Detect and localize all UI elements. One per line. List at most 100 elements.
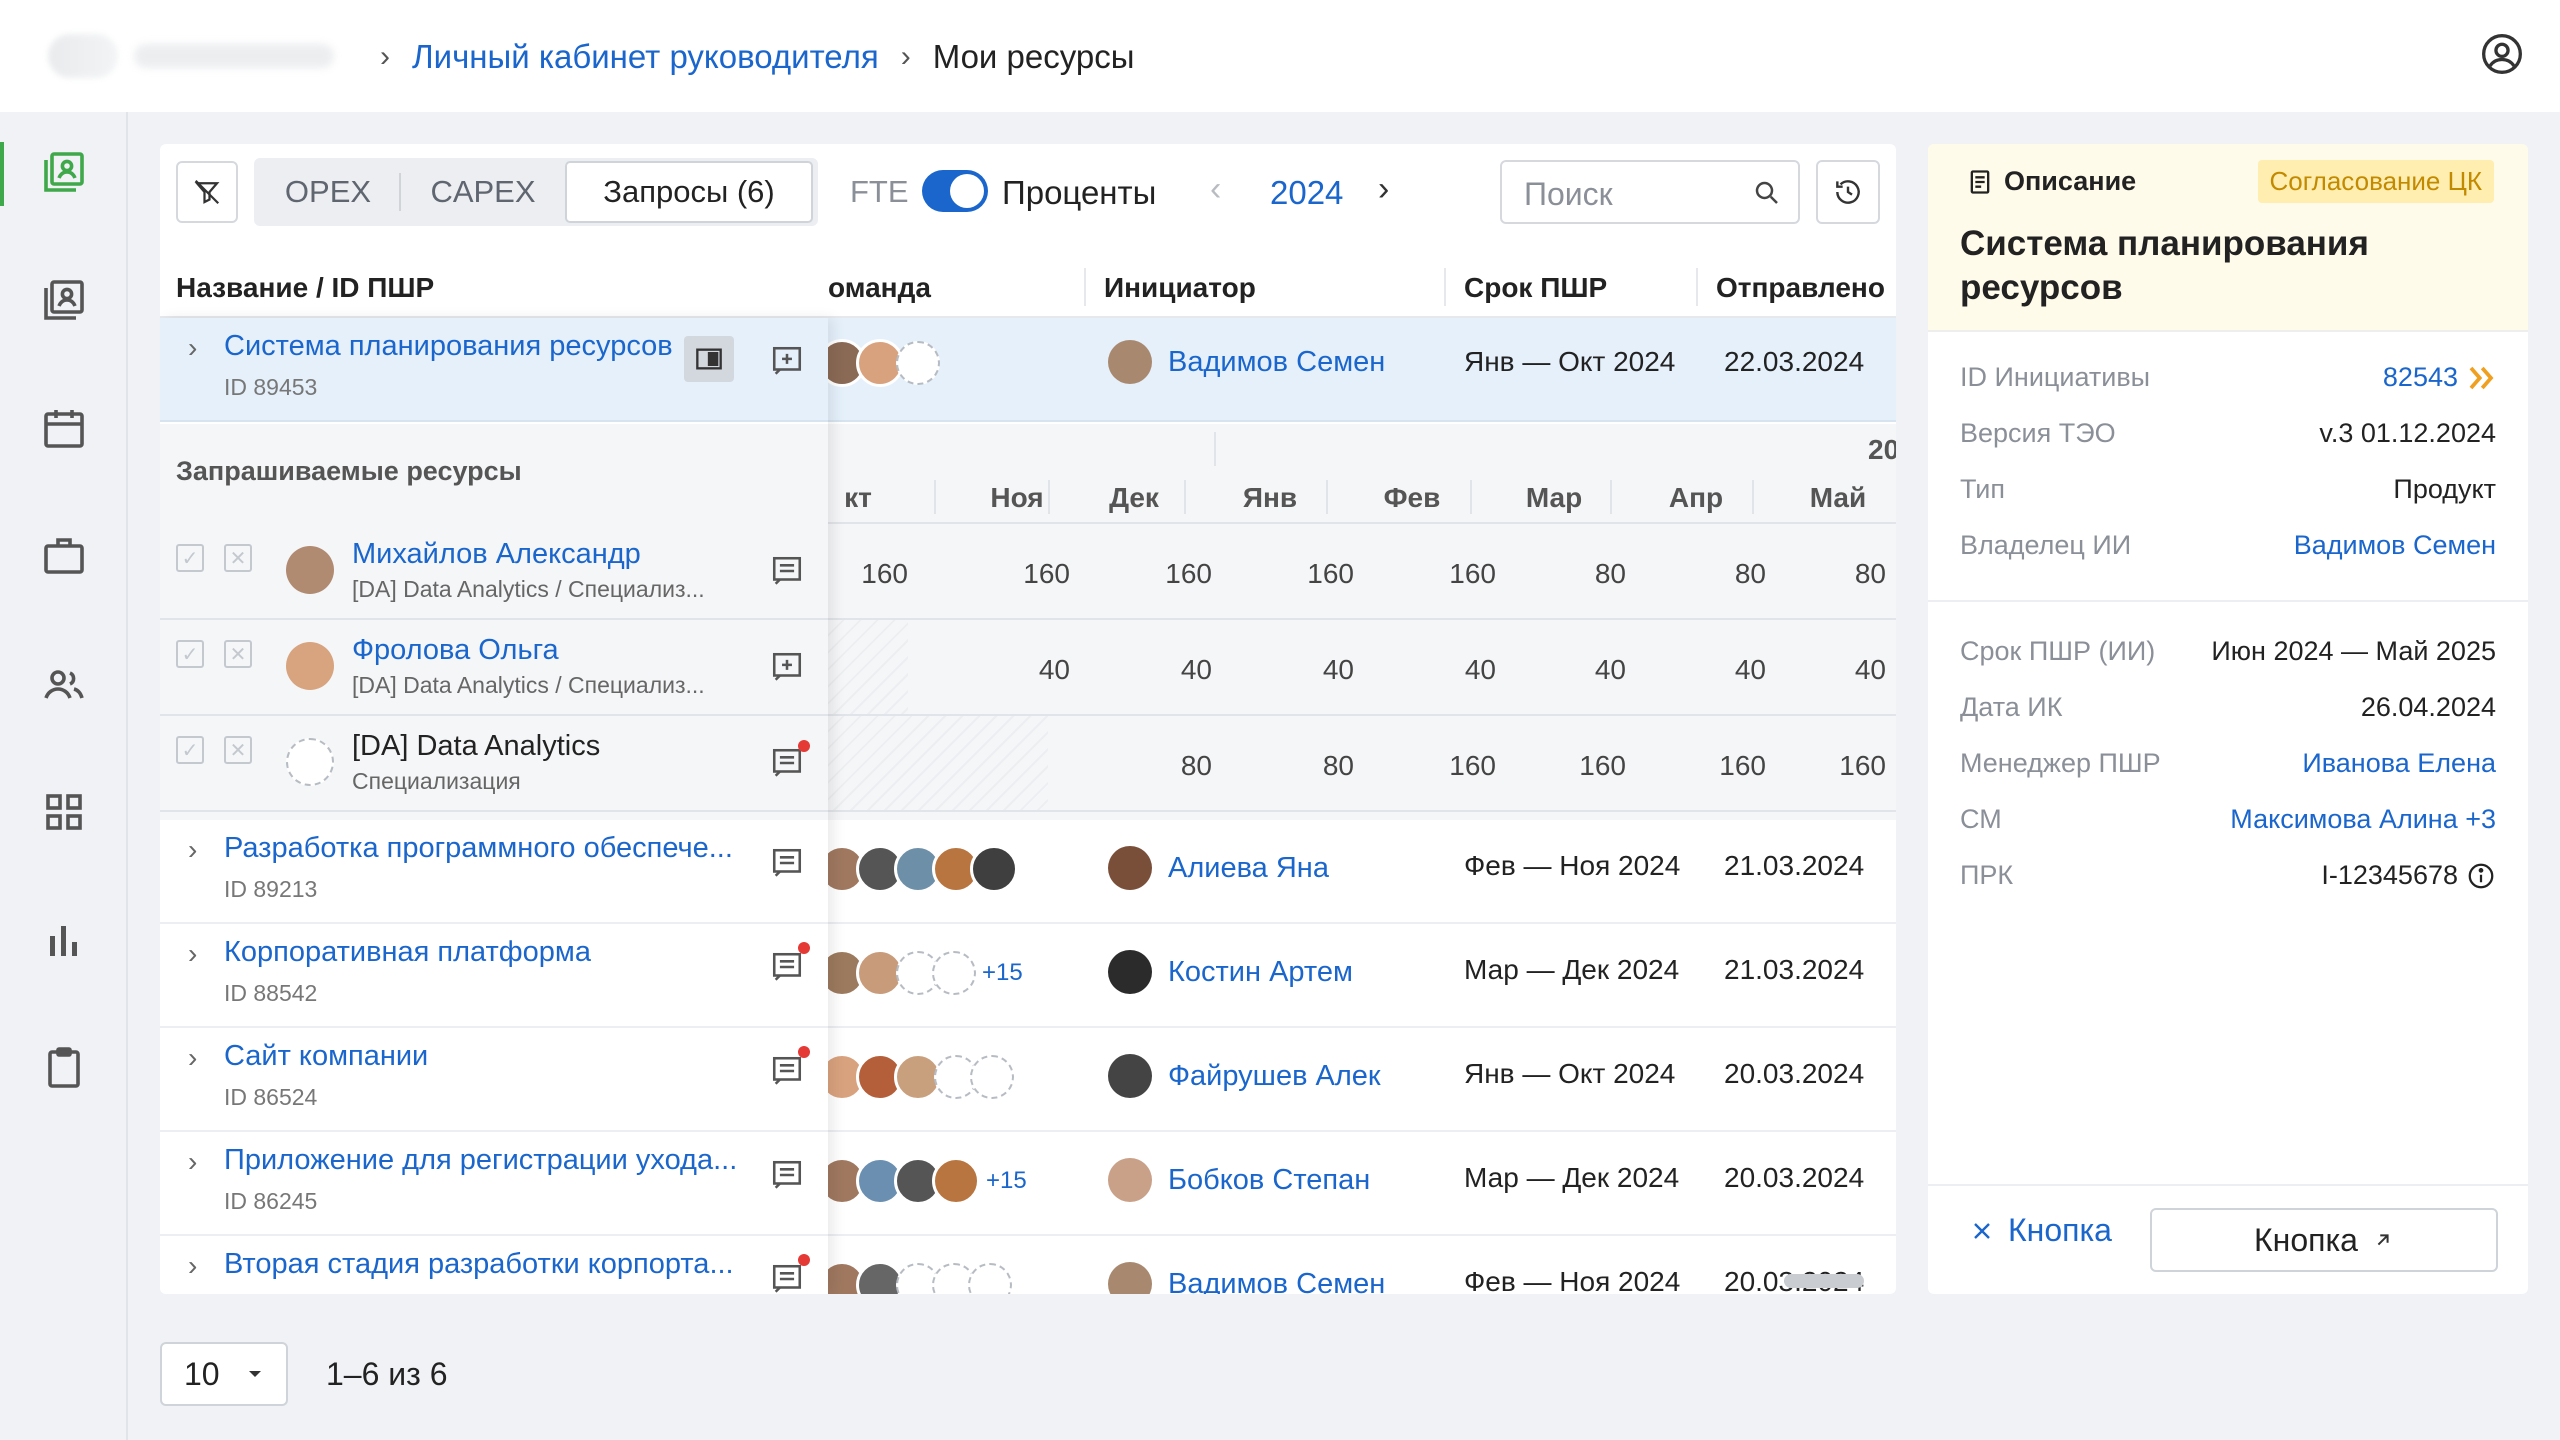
initiator-name[interactable]: Костин Артем [1168, 956, 1353, 989]
resource-row[interactable]: ✓ ✕ Фролова Ольга [DA] Data Analytics / … [160, 620, 828, 716]
add-comment-icon[interactable] [770, 650, 804, 684]
resource-row[interactable]: ✓ ✕ [DA] Data Analytics Специализация [160, 716, 828, 812]
manager-link[interactable]: Иванова Елена [2302, 748, 2496, 779]
user-profile-icon[interactable] [2480, 32, 2524, 76]
tab-requests[interactable]: Запросы (6) [565, 161, 813, 223]
reject-checkbox[interactable]: ✕ [224, 544, 252, 572]
clear-filter-button[interactable] [176, 161, 238, 223]
breadcrumb-manager-cabinet[interactable]: Личный кабинет руководителя [412, 38, 879, 76]
field-value[interactable]: 82543 [2383, 362, 2496, 393]
briefcase-icon[interactable] [40, 532, 88, 580]
project-title[interactable]: Приложение для регистрации ухода... [224, 1144, 744, 1177]
chevron-left-icon[interactable]: ‹ [1210, 170, 1221, 209]
table-row-name[interactable]: › Приложение для регистрации ухода... ID… [160, 1132, 828, 1236]
more-count[interactable]: +15 [986, 1167, 1027, 1195]
horizontal-scrollbar[interactable] [1784, 1274, 1864, 1288]
tab-capex[interactable]: CAPEX [401, 161, 565, 223]
field-cm: СМ Максимова Алина +3 [1960, 804, 2496, 860]
reject-checkbox[interactable]: ✕ [224, 640, 252, 668]
field-label: Менеджер ПШР [1960, 748, 2161, 778]
resources-nav-icon[interactable] [40, 148, 88, 196]
project-title[interactable]: Сайт компании [224, 1040, 744, 1073]
owner-link[interactable]: Вадимов Семен [2294, 530, 2496, 561]
outline-button[interactable]: Кнопка [2150, 1208, 2498, 1272]
initiator-name[interactable]: Вадимов Семен [1168, 1268, 1385, 1295]
initiator[interactable]: Костин Артем [1108, 950, 1353, 994]
approve-checkbox[interactable]: ✓ [176, 640, 204, 668]
cm-link[interactable]: Максимова Алина +3 [2230, 804, 2496, 835]
field-term: Срок ПШР (ИИ) Июн 2024 — Май 2025 [1960, 636, 2496, 692]
per-page-value: 10 [184, 1355, 220, 1392]
chevron-right-icon[interactable]: › [1378, 170, 1389, 209]
comment-icon[interactable] [770, 1158, 804, 1192]
reject-checkbox[interactable]: ✕ [224, 736, 252, 764]
initiator-name[interactable]: Алиева Яна [1168, 852, 1329, 885]
resource-row[interactable]: ✓ ✕ Михайлов Александр [DA] Data Analyti… [160, 524, 828, 620]
tab-description[interactable]: Описание [1966, 166, 2136, 197]
analytics-icon[interactable] [40, 916, 88, 964]
team-icon[interactable] [40, 660, 88, 708]
add-comment-icon[interactable] [770, 344, 804, 378]
table-row-name[interactable]: › Разработка программного обеспече... ID… [160, 820, 828, 924]
unit-toggle[interactable] [922, 170, 988, 212]
year-selector[interactable]: 2024 [1270, 174, 1343, 212]
comment-icon[interactable] [770, 554, 804, 588]
initiator[interactable]: Файрушев Алек [1108, 1054, 1381, 1098]
initiator-name[interactable]: Бобков Степан [1168, 1164, 1370, 1197]
chevron-right-icon[interactable]: › [188, 834, 197, 866]
comment-icon[interactable] [770, 1262, 804, 1294]
chevron-right-icon[interactable]: › [188, 1042, 197, 1074]
team-avatars: +15 [818, 948, 1023, 998]
term-value: Фев — Ноя 2024 [1464, 850, 1681, 881]
per-page-select[interactable]: 10 [160, 1342, 288, 1406]
resource-name[interactable]: Фролова Ольга [352, 634, 559, 667]
sent-value: 22.03.2024 [1724, 346, 1865, 377]
chevron-right-icon[interactable]: › [188, 938, 197, 970]
app-logo[interactable] [48, 34, 348, 78]
table-row-selected-name[interactable]: › Система планирования ресурсов ID 89453 [160, 318, 828, 422]
comment-icon[interactable] [770, 846, 804, 880]
project-title[interactable]: Система планирования ресурсов [224, 330, 684, 363]
initiator[interactable]: Вадимов Семен [1108, 340, 1385, 384]
tab-opex[interactable]: OPEX [257, 161, 399, 223]
profiles-nav-icon[interactable] [40, 276, 88, 324]
table-row-name[interactable]: › Сайт компании ID 86524 [160, 1028, 828, 1132]
col-sent: Отправлено [1716, 272, 1885, 303]
info-icon[interactable] [2466, 861, 2496, 891]
initiator-name[interactable]: Вадимов Семен [1168, 346, 1385, 379]
grid-icon[interactable] [40, 788, 88, 836]
cell-value: 160 [1307, 558, 1354, 589]
avatar [286, 546, 334, 594]
project-title[interactable]: Разработка программного обеспече... [224, 832, 744, 865]
chevron-right-icon[interactable]: › [188, 1146, 197, 1178]
comment-icon[interactable] [770, 950, 804, 984]
project-title[interactable]: Вторая стадия разработки корпорта... [224, 1248, 744, 1281]
project-title[interactable]: Корпоративная платформа [224, 936, 744, 969]
history-button[interactable] [1816, 160, 1880, 224]
comment-icon[interactable] [770, 1054, 804, 1088]
initiator[interactable]: Алиева Яна [1108, 846, 1329, 890]
resource-role: [DA] Data Analytics / Специализ... [352, 672, 705, 698]
approve-checkbox[interactable]: ✓ [176, 544, 204, 572]
clipboard-icon[interactable] [40, 1044, 88, 1092]
toolbar: OPEX CAPEX Запросы (6) FTE Проценты ‹ 20… [160, 144, 1896, 240]
comment-icon[interactable] [770, 746, 804, 780]
initiative-id-link[interactable]: 82543 [2383, 362, 2458, 393]
chevron-right-icon[interactable]: › [188, 1250, 197, 1282]
table-row-name[interactable]: › Корпоративная платформа ID 88542 [160, 924, 828, 1028]
panel-toggle-button[interactable] [684, 336, 734, 382]
pagination: 10 1–6 из 6 [160, 1326, 448, 1422]
col-team: оманда [828, 272, 931, 303]
initiator[interactable]: Вадимов Семен [1108, 1262, 1385, 1294]
resource-name[interactable]: Михайлов Александр [352, 538, 641, 571]
initiator-name[interactable]: Файрушев Алек [1168, 1060, 1381, 1093]
chevron-right-icon[interactable]: › [188, 332, 197, 364]
more-count[interactable]: +15 [982, 959, 1023, 987]
table-row-name[interactable]: › Вторая стадия разработки корпорта... [160, 1236, 828, 1294]
resource-name: [DA] Data Analytics [352, 730, 601, 762]
initiator[interactable]: Бобков Степан [1108, 1158, 1370, 1202]
ghost-button[interactable]: Кнопка [1970, 1212, 2112, 1249]
approve-checkbox[interactable]: ✓ [176, 736, 204, 764]
search-input[interactable]: Поиск [1500, 160, 1800, 224]
calendar-icon[interactable] [40, 404, 88, 452]
